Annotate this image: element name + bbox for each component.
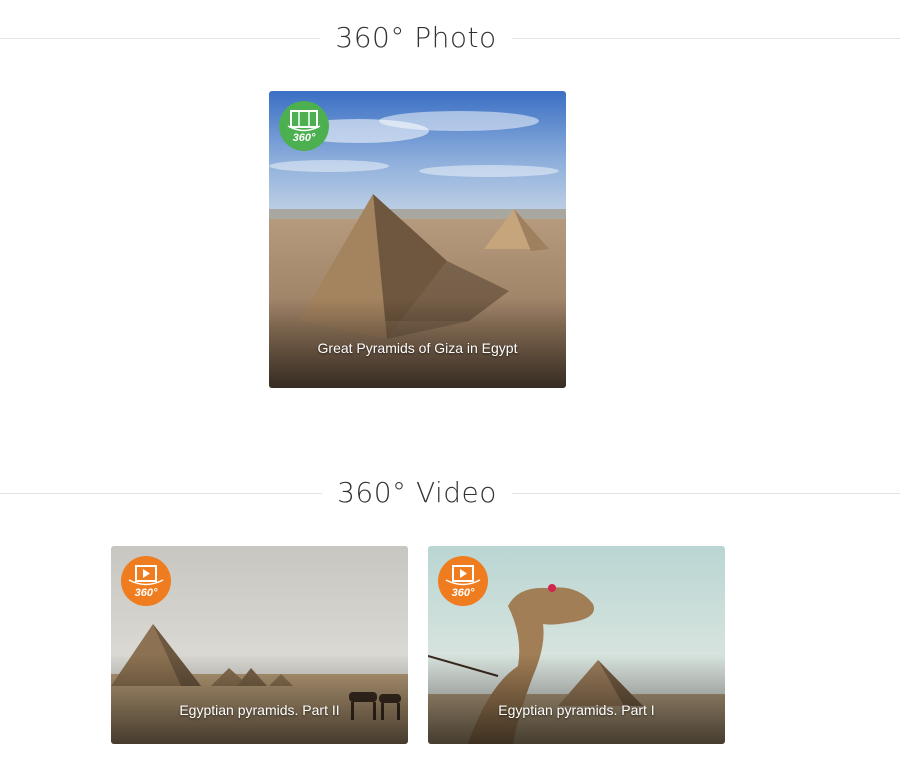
video-card-part-1[interactable]: 360° Egyptian pyramids. Part I (428, 546, 725, 744)
card-caption: Egyptian pyramids. Part II (179, 702, 340, 718)
video-card-part-2[interactable]: 360° Egyptian pyramids. Part II (111, 546, 408, 744)
divider-line (0, 38, 320, 39)
badge-label: 360° (451, 587, 475, 599)
photo-section-header: 360° Photo (0, 18, 900, 58)
badge-label: 360° (134, 587, 158, 599)
badge-label: 360° (292, 132, 316, 144)
divider-line (0, 493, 322, 494)
caption-shade (428, 654, 725, 744)
panorama-360-icon: 360° (279, 101, 329, 151)
card-caption: Egyptian pyramids. Part I (498, 702, 655, 718)
video-section-title: 360° Video (337, 476, 497, 509)
photo-section-title: 360° Photo (335, 21, 497, 54)
card-caption: Great Pyramids of Giza in Egypt (317, 340, 518, 356)
divider-line (512, 38, 900, 39)
video-360-icon: 360° (438, 556, 488, 606)
divider-line (512, 493, 900, 494)
video-section-header: 360° Video (0, 473, 900, 513)
video-360-icon: 360° (121, 556, 171, 606)
caption-shade (111, 654, 408, 744)
photo-card-giza[interactable]: 360° Great Pyramids of Giza in Egypt (269, 91, 566, 388)
